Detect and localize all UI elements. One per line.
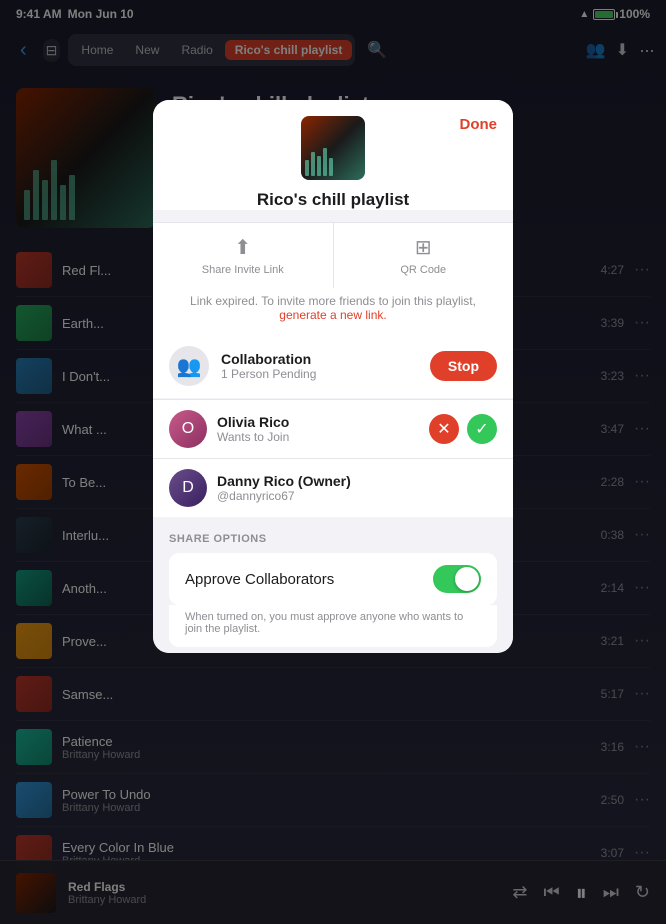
danny-info: Danny Rico (Owner) @dannyrico67 (217, 473, 497, 503)
toggle-knob (455, 567, 479, 591)
olivia-status: Wants to Join (217, 430, 419, 444)
danny-rico-row: D Danny Rico (Owner) @dannyrico67 (153, 458, 513, 517)
modal-playlist-title: Rico's chill playlist (169, 190, 497, 210)
olivia-avatar: O (169, 410, 207, 448)
modal-overlay: Done Rico's chill playlist ⬆ Share Invit… (0, 0, 666, 924)
collaboration-subtitle: 1 Person Pending (221, 367, 418, 381)
olivia-name: Olivia Rico (217, 414, 419, 430)
approve-toggle[interactable] (433, 565, 481, 593)
share-invite-label: Share Invite Link (202, 264, 284, 276)
reject-olivia-button[interactable]: ✕ (429, 414, 459, 444)
collaboration-icon: 👥 (169, 346, 209, 386)
modal-playlist-artwork (301, 116, 365, 180)
share-upload-icon: ⬆ (234, 235, 251, 260)
olivia-info: Olivia Rico Wants to Join (217, 414, 419, 444)
done-button[interactable]: Done (460, 116, 498, 133)
share-options-row: ⬆ Share Invite Link ⊞ QR Code (153, 222, 513, 288)
generate-new-link[interactable]: generate a new link. (279, 308, 386, 322)
approve-olivia-button[interactable]: ✓ (467, 414, 497, 444)
qr-code-button[interactable]: ⊞ QR Code (334, 223, 514, 288)
modal-header: Done Rico's chill playlist (153, 100, 513, 210)
collaboration-modal: Done Rico's chill playlist ⬆ Share Invit… (153, 100, 513, 653)
link-expired-notice: Link expired. To invite more friends to … (153, 288, 513, 334)
modal-art-bars (305, 148, 333, 176)
olivia-actions: ✕ ✓ (429, 414, 497, 444)
olivia-rico-row: O Olivia Rico Wants to Join ✕ ✓ (153, 399, 513, 458)
share-options-section: SHARE OPTIONS Approve Collaborators When… (153, 517, 513, 653)
collaboration-info: Collaboration 1 Person Pending (221, 351, 418, 381)
approve-collaborators-row: Approve Collaborators (169, 553, 497, 605)
share-invite-link-button[interactable]: ⬆ Share Invite Link (153, 223, 334, 288)
collaboration-row: 👥 Collaboration 1 Person Pending Stop (153, 334, 513, 398)
qr-code-label: QR Code (400, 264, 446, 276)
stop-collaboration-button[interactable]: Stop (430, 351, 497, 381)
danny-handle: @dannyrico67 (217, 489, 497, 503)
share-options-label: SHARE OPTIONS (169, 533, 497, 545)
collaboration-title: Collaboration (221, 351, 418, 367)
qr-code-icon: ⊞ (415, 235, 432, 260)
danny-name: Danny Rico (Owner) (217, 473, 497, 489)
danny-avatar: D (169, 469, 207, 507)
approve-description: When turned on, you must approve anyone … (169, 605, 497, 647)
approve-collaborators-label: Approve Collaborators (185, 571, 433, 588)
link-expired-text: Link expired. To invite more friends to … (190, 294, 476, 308)
